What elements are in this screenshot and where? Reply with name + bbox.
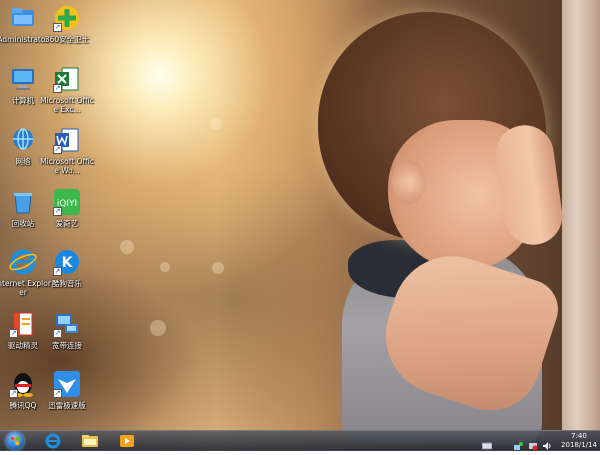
computer-icon bbox=[9, 65, 37, 93]
broadband-connection-icon: ↗ bbox=[53, 310, 81, 338]
taskbar-media-player[interactable] bbox=[114, 432, 140, 450]
xunlei-icon: ↗ bbox=[53, 370, 81, 398]
driver-genius-icon: ↗ bbox=[9, 310, 37, 338]
kugou-music-icon: K ↗ bbox=[53, 248, 81, 276]
shortcut-arrow-icon: ↗ bbox=[9, 389, 18, 398]
desktop-icon-label: Microsoft Office Exc... bbox=[40, 96, 94, 114]
wallpaper-bokeh bbox=[212, 262, 224, 274]
desktop-icon-iqiyi[interactable]: iQIYI ↗ 爱奇艺 bbox=[38, 188, 96, 246]
iqiyi-icon: iQIYI ↗ bbox=[53, 188, 81, 216]
desktop-icon-kugou-music[interactable]: K ↗ 酷狗音乐 bbox=[38, 248, 96, 306]
shortcut-arrow-icon: ↗ bbox=[53, 145, 62, 154]
word-icon: ↗ bbox=[53, 126, 81, 154]
keyboard-icon[interactable] bbox=[481, 436, 493, 450]
shortcut-arrow-icon: ↗ bbox=[53, 389, 62, 398]
shortcut-arrow-icon: ↗ bbox=[53, 84, 62, 93]
desktop-icon-excel[interactable]: ↗ Microsoft Office Exc... bbox=[38, 65, 96, 123]
svg-text:K: K bbox=[62, 255, 74, 271]
desktop-icon-xunlei[interactable]: ↗ 迅雷极速版 bbox=[38, 370, 96, 428]
media-player-icon bbox=[120, 435, 134, 447]
wallpaper-bokeh bbox=[210, 118, 222, 130]
system-clock[interactable]: 7:40 2018/1/14 bbox=[558, 432, 600, 450]
file-explorer-icon bbox=[82, 435, 98, 447]
desktop-icon-360-security[interactable]: ↗ 360安全卫士 bbox=[38, 4, 96, 62]
excel-icon: ↗ bbox=[53, 65, 81, 93]
taskbar-internet-explorer[interactable] bbox=[40, 432, 66, 450]
wallpaper-child-ear bbox=[392, 160, 426, 204]
action-center-icon[interactable] bbox=[528, 436, 538, 451]
shortcut-arrow-icon: ↗ bbox=[53, 329, 62, 338]
clock-time: 7:40 bbox=[571, 432, 587, 440]
shortcut-arrow-icon: ↗ bbox=[9, 329, 18, 338]
desktop-icon-label: 酷狗音乐 bbox=[52, 279, 82, 288]
360-security-icon: ↗ bbox=[53, 4, 81, 32]
desktop-icon-broadband-connection[interactable]: ↗ 宽带连接 bbox=[38, 310, 96, 368]
shortcut-arrow-icon: ↗ bbox=[53, 267, 62, 276]
desktop-icon-label: 迅雷极速版 bbox=[48, 401, 86, 410]
taskbar-file-explorer[interactable] bbox=[77, 432, 103, 450]
clock-date: 2018/1/14 bbox=[561, 441, 597, 449]
internet-explorer-icon bbox=[9, 248, 37, 276]
taskbar: 7:40 2018/1/14 bbox=[0, 430, 600, 451]
wallpaper-bokeh bbox=[120, 240, 134, 254]
desktop-icon-label: 爱奇艺 bbox=[55, 219, 79, 228]
shortcut-arrow-icon: ↗ bbox=[53, 23, 62, 32]
qq-icon: ↗ bbox=[9, 370, 37, 398]
desktop-icon-word[interactable]: ↗ Microsoft Office Wo... bbox=[38, 126, 96, 184]
wallpaper-bokeh bbox=[160, 262, 170, 272]
wallpaper-bokeh bbox=[150, 320, 166, 336]
recycle-bin-icon bbox=[9, 188, 37, 216]
shortcut-arrow-icon: ↗ bbox=[53, 207, 62, 216]
network-icon bbox=[9, 126, 37, 154]
wallpaper-wall bbox=[562, 0, 600, 430]
network-status-icon[interactable] bbox=[513, 436, 523, 450]
volume-icon[interactable] bbox=[542, 436, 552, 450]
internet-explorer-icon bbox=[45, 433, 61, 449]
user-folder-icon bbox=[9, 4, 37, 32]
desktop-icon-label: 360安全卫士 bbox=[44, 35, 90, 44]
windows-logo-icon bbox=[11, 437, 19, 445]
start-button[interactable] bbox=[6, 432, 24, 450]
desktop-icon-label: 宽带连接 bbox=[52, 341, 82, 350]
desktop-icon-label: Microsoft Office Wo... bbox=[40, 157, 94, 175]
